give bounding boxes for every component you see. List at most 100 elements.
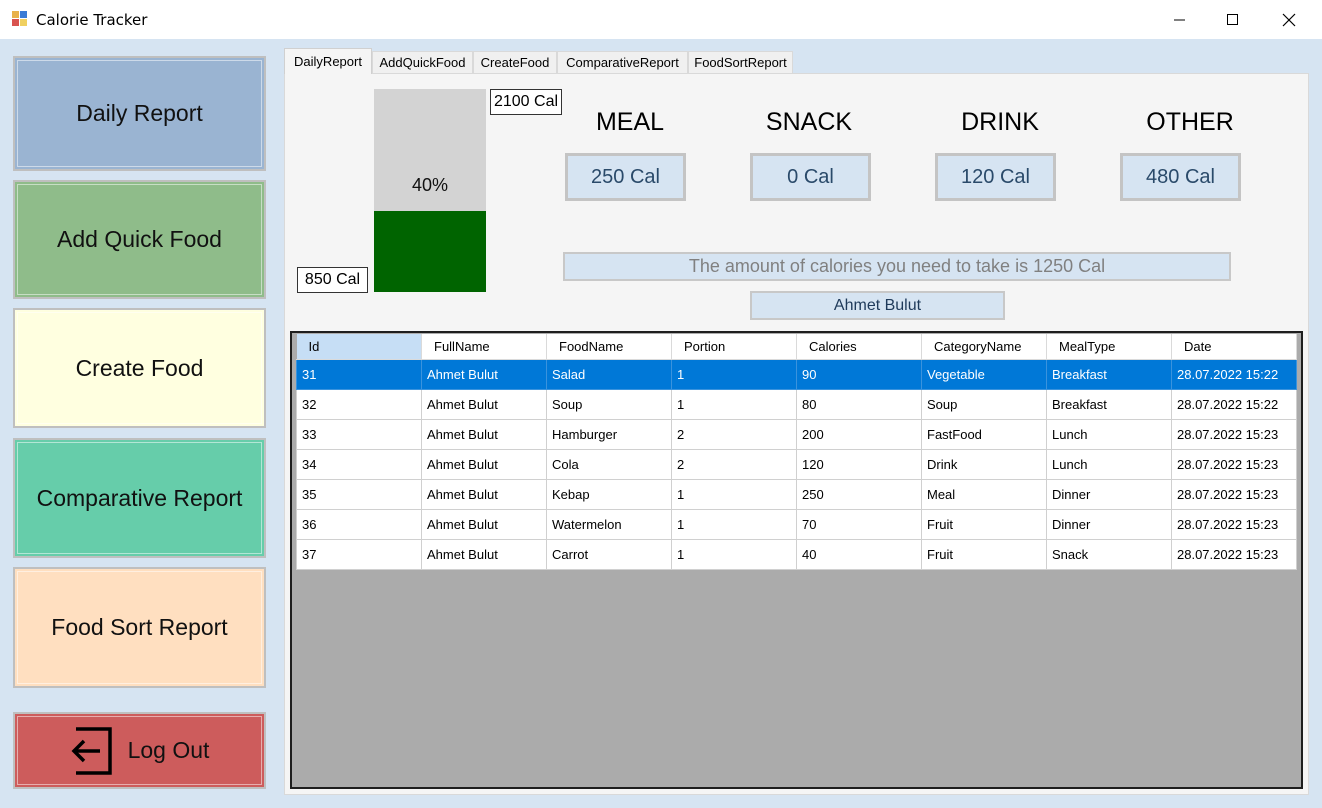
column-header-portion[interactable]: Portion [671,334,797,360]
close-button[interactable] [1263,0,1315,39]
table-cell[interactable]: Ahmet Bulut [421,388,547,420]
table-cell[interactable]: 36 [296,508,422,540]
table-cell[interactable]: Ahmet Bulut [421,358,547,390]
table-cell[interactable]: Ahmet Bulut [421,478,547,510]
table-cell[interactable]: Ahmet Bulut [421,418,547,450]
close-icon [1282,13,1296,26]
table-cell[interactable]: Dinner [1046,508,1172,540]
table-row[interactable]: 35 Ahmet Bulut Kebap 1 250 Meal Dinner 28.07.20… [296,478,1297,510]
table-cell[interactable]: Kebap [546,478,672,510]
tab-food-sort-report[interactable]: FoodSortReport [688,51,793,73]
table-cell[interactable]: Ahmet Bulut [421,448,547,480]
table-cell[interactable]: 80 [796,388,922,420]
maximize-button[interactable] [1207,0,1259,39]
table-cell[interactable]: FastFood [921,418,1047,450]
table-cell[interactable]: Dinner [1046,478,1172,510]
table-cell[interactable]: Drink [921,448,1047,480]
other-calories: 480 Cal [1120,153,1241,201]
table-cell[interactable]: Fruit [921,538,1047,570]
snack-title: SNACK [765,108,853,136]
window-title: Calorie Tracker [36,11,148,29]
table-cell[interactable]: Watermelon [546,508,672,540]
table-cell[interactable]: Carrot [546,538,672,570]
log-out-button[interactable]: Log Out [13,712,266,789]
tab-create-food[interactable]: CreateFood [473,51,557,73]
app-window: Calorie Tracker Daily Report Add Quick F… [0,0,1322,808]
table-row[interactable]: 36 Ahmet Bulut Watermelon 1 70 Fruit Dinner 28.… [296,508,1297,540]
table-cell[interactable]: 70 [796,508,922,540]
table-cell[interactable]: Meal [921,478,1047,510]
table-cell[interactable]: 1 [671,358,797,390]
table-cell[interactable]: Ahmet Bulut [421,538,547,570]
table-cell[interactable]: Fruit [921,508,1047,540]
table-cell[interactable]: Salad [546,358,672,390]
table-cell[interactable]: 1 [671,478,797,510]
table-cell[interactable]: Breakfast [1046,388,1172,420]
title-bar: Calorie Tracker [0,0,1322,39]
remaining-calories-message: The amount of calories you need to take … [563,252,1231,281]
calorie-progress-bar: 40% [374,89,486,292]
table-cell[interactable]: Hamburger [546,418,672,450]
table-cell[interactable]: 35 [296,478,422,510]
food-sort-report-button[interactable]: Food Sort Report [13,567,266,688]
table-cell[interactable]: Breakfast [1046,358,1172,390]
column-header-date[interactable]: Date [1171,334,1297,360]
table-cell[interactable]: 120 [796,448,922,480]
column-header-mealtype[interactable]: MealType [1046,334,1172,360]
table-cell[interactable]: 200 [796,418,922,450]
table-cell[interactable]: 40 [796,538,922,570]
column-header-categoryname[interactable]: CategoryName [921,334,1047,360]
table-cell[interactable]: 1 [671,538,797,570]
table-cell[interactable]: Lunch [1046,418,1172,450]
daily-report-button[interactable]: Daily Report [13,56,266,171]
table-cell[interactable]: Lunch [1046,448,1172,480]
progress-percent-label: 40% [411,175,449,195]
table-cell[interactable]: Vegetable [921,358,1047,390]
table-cell[interactable]: 1 [671,508,797,540]
table-cell[interactable]: 32 [296,388,422,420]
create-food-button[interactable]: Create Food [13,308,266,428]
food-log-grid[interactable]: Id FullName FoodName Portion Calories Categor… [290,331,1303,789]
table-cell[interactable]: 33 [296,418,422,450]
table-cell[interactable]: 31 [296,358,422,390]
column-header-foodname[interactable]: FoodName [546,334,672,360]
table-cell[interactable]: 37 [296,538,422,570]
minimize-button[interactable] [1154,0,1206,39]
table-cell[interactable]: Ahmet Bulut [421,508,547,540]
table-cell[interactable]: 34 [296,448,422,480]
table-row[interactable]: 37 Ahmet Bulut Carrot 1 40 Fruit Snack 28.07.20… [296,538,1297,570]
table-cell[interactable]: 2 [671,448,797,480]
column-header-fullname[interactable]: FullName [421,334,547,360]
table-cell[interactable]: 2 [671,418,797,450]
table-cell[interactable]: Soup [921,388,1047,420]
table-cell[interactable]: 250 [796,478,922,510]
table-cell[interactable]: 28.07.2022 15:23 [1171,508,1297,540]
table-cell[interactable]: 28.07.2022 15:22 [1171,388,1297,420]
meal-title: MEAL [595,108,665,136]
target-calories-label: 2100 Cal [490,89,562,115]
drink-title: DRINK [961,108,1039,136]
tab-add-quick-food[interactable]: AddQuickFood [372,51,473,73]
add-quick-food-button[interactable]: Add Quick Food [13,180,266,299]
column-header-calories[interactable]: Calories [796,334,922,360]
table-row[interactable]: 31 Ahmet Bulut Salad 1 90 Vegetable Breakfast 2… [296,358,1297,390]
table-cell[interactable]: 28.07.2022 15:23 [1171,538,1297,570]
table-cell[interactable]: 28.07.2022 15:22 [1171,358,1297,390]
table-row[interactable]: 34 Ahmet Bulut Cola 2 120 Drink Lunch 28.07.202… [296,448,1297,480]
table-cell[interactable]: Cola [546,448,672,480]
minimize-icon [1174,19,1185,20]
tab-daily-report[interactable]: DailyReport [284,48,372,74]
table-cell[interactable]: Soup [546,388,672,420]
table-cell[interactable]: 28.07.2022 15:23 [1171,478,1297,510]
table-cell[interactable]: 28.07.2022 15:23 [1171,418,1297,450]
table-row[interactable]: 32 Ahmet Bulut Soup 1 80 Soup Breakfast 28.07.2… [296,388,1297,420]
table-cell[interactable]: 90 [796,358,922,390]
table-row[interactable]: 33 Ahmet Bulut Hamburger 2 200 FastFood Lunch 2… [296,418,1297,450]
consumed-calories-label: 850 Cal [297,267,368,293]
table-cell[interactable]: Snack [1046,538,1172,570]
column-header-id[interactable]: Id [296,334,422,360]
comparative-report-button[interactable]: Comparative Report [13,438,266,558]
table-cell[interactable]: 28.07.2022 15:23 [1171,448,1297,480]
tab-comparative-report[interactable]: ComparativeReport [557,51,688,73]
table-cell[interactable]: 1 [671,388,797,420]
